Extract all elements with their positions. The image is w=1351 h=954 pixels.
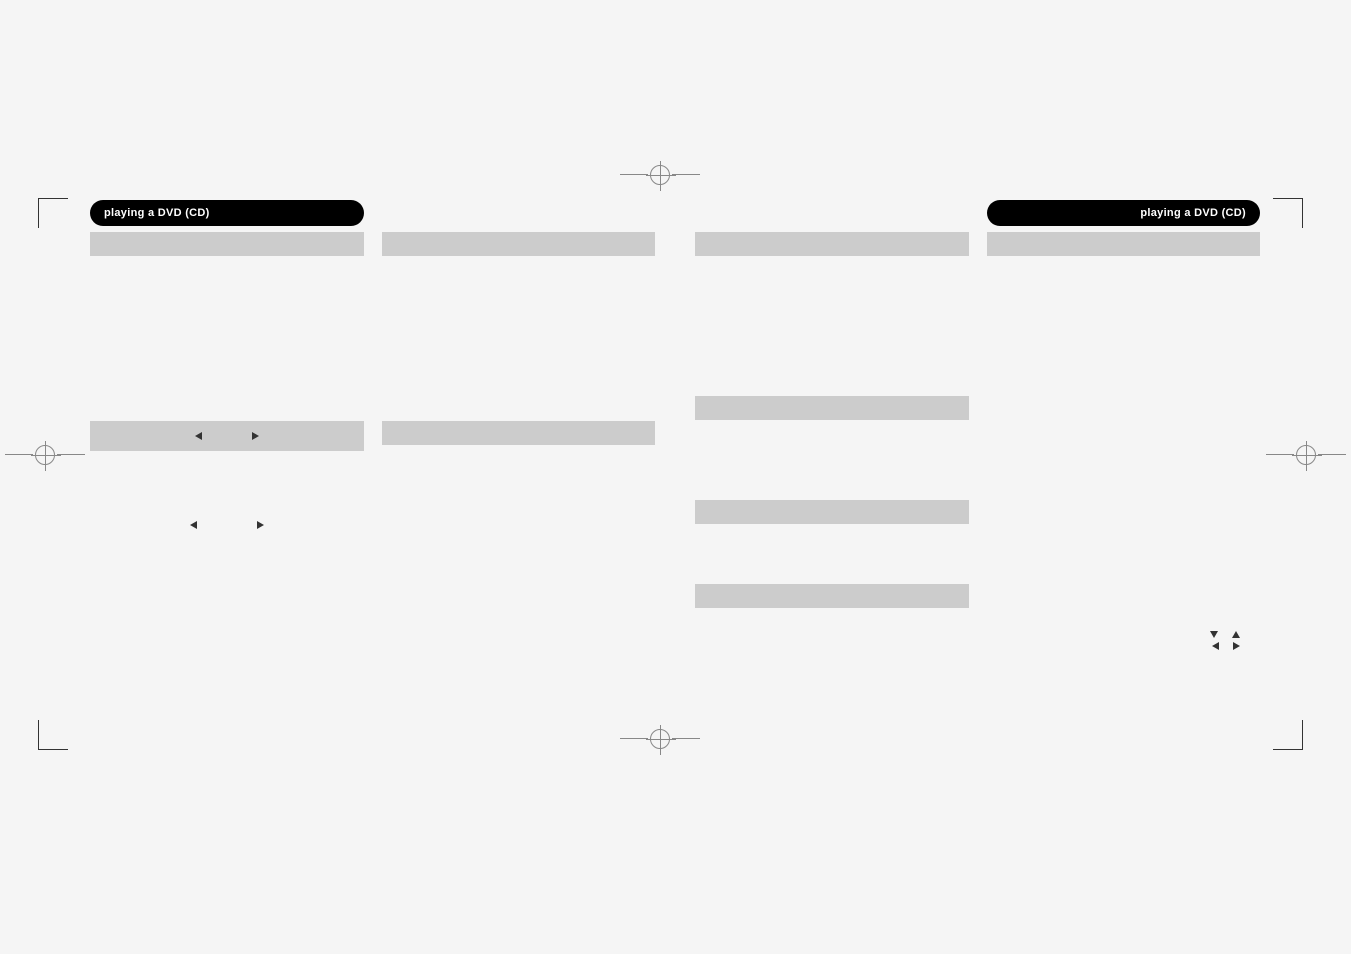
- up-icon: [1232, 631, 1240, 638]
- next-icon: [252, 432, 259, 440]
- spread: playing a DVD (CD): [40, 200, 1310, 720]
- right-columns: playing a DVD (CD): [695, 200, 1260, 720]
- right-icon: [1233, 642, 1240, 650]
- next-icon-2: [257, 521, 264, 529]
- left-icon: [1212, 642, 1219, 650]
- section-bar-2: [382, 232, 656, 256]
- section-bar-4: [695, 232, 969, 256]
- registration-mark-bottom: [620, 724, 700, 754]
- header-pill-right-label: playing a DVD (CD): [1140, 207, 1246, 219]
- section-bar-6: [695, 500, 969, 524]
- page-left: playing a DVD (CD): [40, 200, 655, 720]
- right-col-2: playing a DVD (CD): [987, 200, 1261, 720]
- page-right: playing a DVD (CD): [695, 200, 1310, 720]
- prev-icon-2: [190, 521, 197, 529]
- nav-arrow-icons-2: [987, 642, 1261, 650]
- section-bar-skip: [90, 421, 364, 451]
- spread-container: playing a DVD (CD): [40, 200, 1310, 720]
- left-columns: playing a DVD (CD): [90, 200, 655, 720]
- left-col-2: [382, 200, 656, 720]
- section-bar-7: [695, 584, 969, 608]
- header-pill-left: playing a DVD (CD): [90, 200, 364, 226]
- down-icon: [1210, 631, 1218, 638]
- registration-mark-top: [620, 160, 700, 190]
- section-bar-8: [987, 232, 1261, 256]
- header-pill-left-label: playing a DVD (CD): [104, 207, 210, 219]
- nav-arrow-icons-1: [987, 631, 1261, 638]
- nav-arrows-row: [90, 521, 364, 529]
- section-bar-3: [382, 421, 656, 445]
- left-col-1: playing a DVD (CD): [90, 200, 364, 720]
- section-bar-5: [695, 396, 969, 420]
- crop-mark-bl: [38, 720, 68, 750]
- header-pill-right: playing a DVD (CD): [987, 200, 1261, 226]
- prev-icon: [195, 432, 202, 440]
- crop-mark-br: [1273, 720, 1303, 750]
- section-bar: [90, 232, 364, 256]
- right-col-1: [695, 200, 969, 720]
